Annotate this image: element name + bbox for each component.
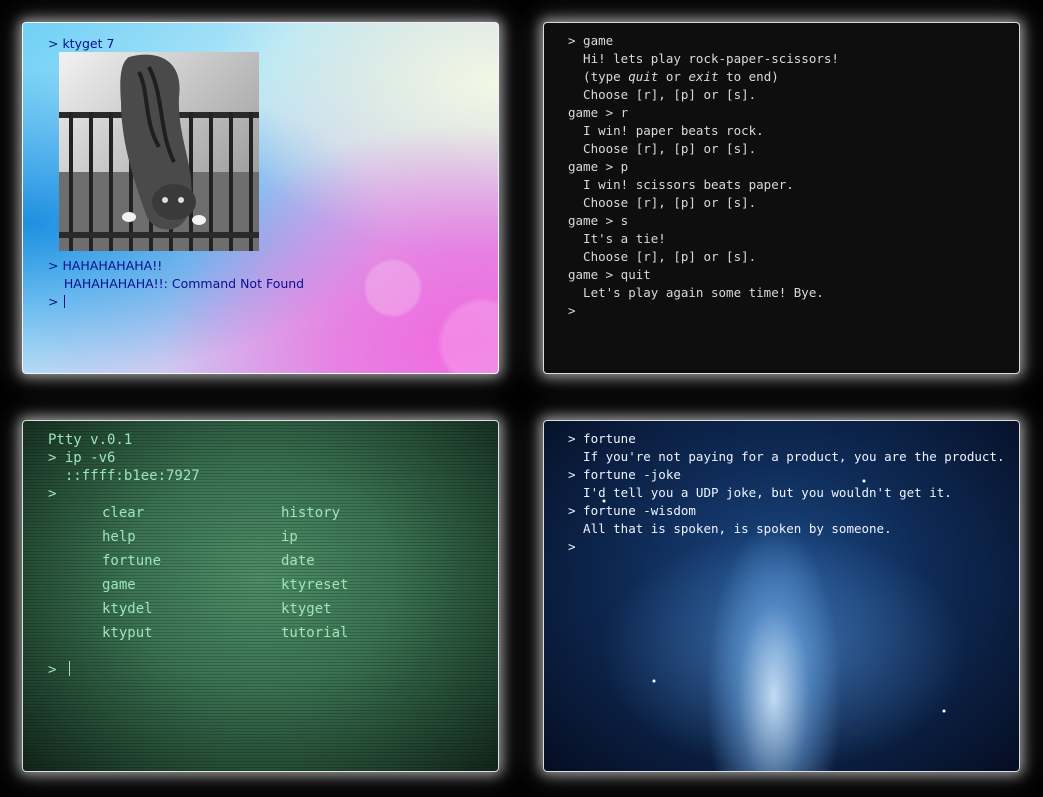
output-line: Hi! lets play rock-paper-scissors! — [568, 51, 839, 66]
command-item: ip — [281, 529, 298, 545]
output-line-instructions: (type quit or exit to end) — [568, 68, 839, 86]
keyword-exit: exit — [688, 69, 719, 84]
terminal-panel-space[interactable]: > fortune If you're not paying for a pro… — [543, 420, 1020, 772]
command-line: > HAHAHAHAHA!! — [48, 258, 163, 273]
output-line: I win! paper beats rock. — [568, 123, 764, 138]
command-item: game — [102, 577, 136, 593]
output-line: Let's play again some time! Bye. — [568, 285, 824, 300]
prompt: > — [48, 294, 63, 309]
terminal-output-lower: > HAHAHAHAHA!! HAHAHAHAHA!!: Command Not… — [48, 257, 304, 311]
terminal-panel-image[interactable]: > ktyget 7 > HAHAHAHAHA!! HAHAHAHAHA!!: … — [22, 22, 499, 374]
command-line: game > r — [568, 105, 629, 120]
prompt: > — [48, 662, 65, 678]
keyword-quit: quit — [628, 69, 659, 84]
error-message: HAHAHAHAHA!!: Command Not Found — [48, 276, 305, 291]
command-line: > — [48, 486, 57, 502]
command-item: date — [281, 553, 315, 569]
output-line: ::ffff:b1ee:7927 — [48, 468, 200, 484]
output-line: All that is spoken, is spoken by someone… — [568, 521, 892, 536]
terminal-panel-crt[interactable]: Ptty v.0.1 > ip -v6 ::ffff:b1ee:7927 > c… — [22, 420, 499, 772]
output-line: Choose [r], [p] or [s]. — [568, 249, 757, 264]
prompt-line[interactable]: > — [48, 293, 304, 311]
output-line: Choose [r], [p] or [s]. — [568, 141, 757, 156]
terminal-output: > ktyget 7 — [48, 35, 114, 53]
command-item: ktyget — [281, 601, 332, 617]
prompt-line[interactable]: > — [568, 538, 1005, 556]
command-line: > fortune -wisdom — [568, 503, 696, 518]
command-item: fortune — [102, 553, 162, 569]
command-line: game > s — [568, 213, 629, 228]
output-line: Choose [r], [p] or [s]. — [568, 195, 757, 210]
output-line: If you're not paying for a product, you … — [568, 449, 1005, 464]
text-cursor — [64, 295, 66, 308]
terminal-output: Ptty v.0.1 > ip -v6 ::ffff:b1ee:7927 > — [48, 431, 200, 503]
instructions-prefix: (type — [568, 69, 629, 84]
command-line: > game — [568, 33, 614, 48]
terminal-panel-game[interactable]: > game Hi! lets play rock-paper-scissors… — [543, 22, 1020, 374]
instructions-or: or — [658, 69, 689, 84]
command-item: help — [102, 529, 136, 545]
prompt-line[interactable]: > — [568, 302, 839, 320]
prompt-line[interactable]: > — [48, 661, 70, 679]
command-item: clear — [102, 505, 145, 521]
command-line: > fortune -joke — [568, 467, 681, 482]
command-item: ktydel — [102, 601, 153, 617]
output-line: I win! scissors beats paper. — [568, 177, 794, 192]
command-item: history — [281, 505, 341, 521]
terminal-output: > game Hi! lets play rock-paper-scissors… — [568, 32, 839, 320]
terminal-output: > fortune If you're not paying for a pro… — [568, 430, 1005, 556]
text-cursor — [68, 661, 70, 676]
output-line: It's a tie! — [568, 231, 666, 246]
command-line: > ktyget 7 — [48, 36, 115, 51]
command-line: game > p — [568, 159, 629, 174]
version-line: Ptty v.0.1 — [48, 432, 133, 448]
command-item: ktyreset — [281, 577, 349, 593]
instructions-suffix: to end) — [718, 69, 779, 84]
command-line: game > quit — [568, 267, 651, 282]
cat-image — [59, 52, 259, 251]
output-line: Choose [r], [p] or [s]. — [568, 87, 757, 102]
command-item: ktyput — [102, 625, 153, 641]
command-item: tutorial — [281, 625, 349, 641]
command-line: > ip -v6 — [48, 450, 116, 466]
output-line: I'd tell you a UDP joke, but you wouldn'… — [568, 485, 952, 500]
command-line: > fortune — [568, 431, 636, 446]
